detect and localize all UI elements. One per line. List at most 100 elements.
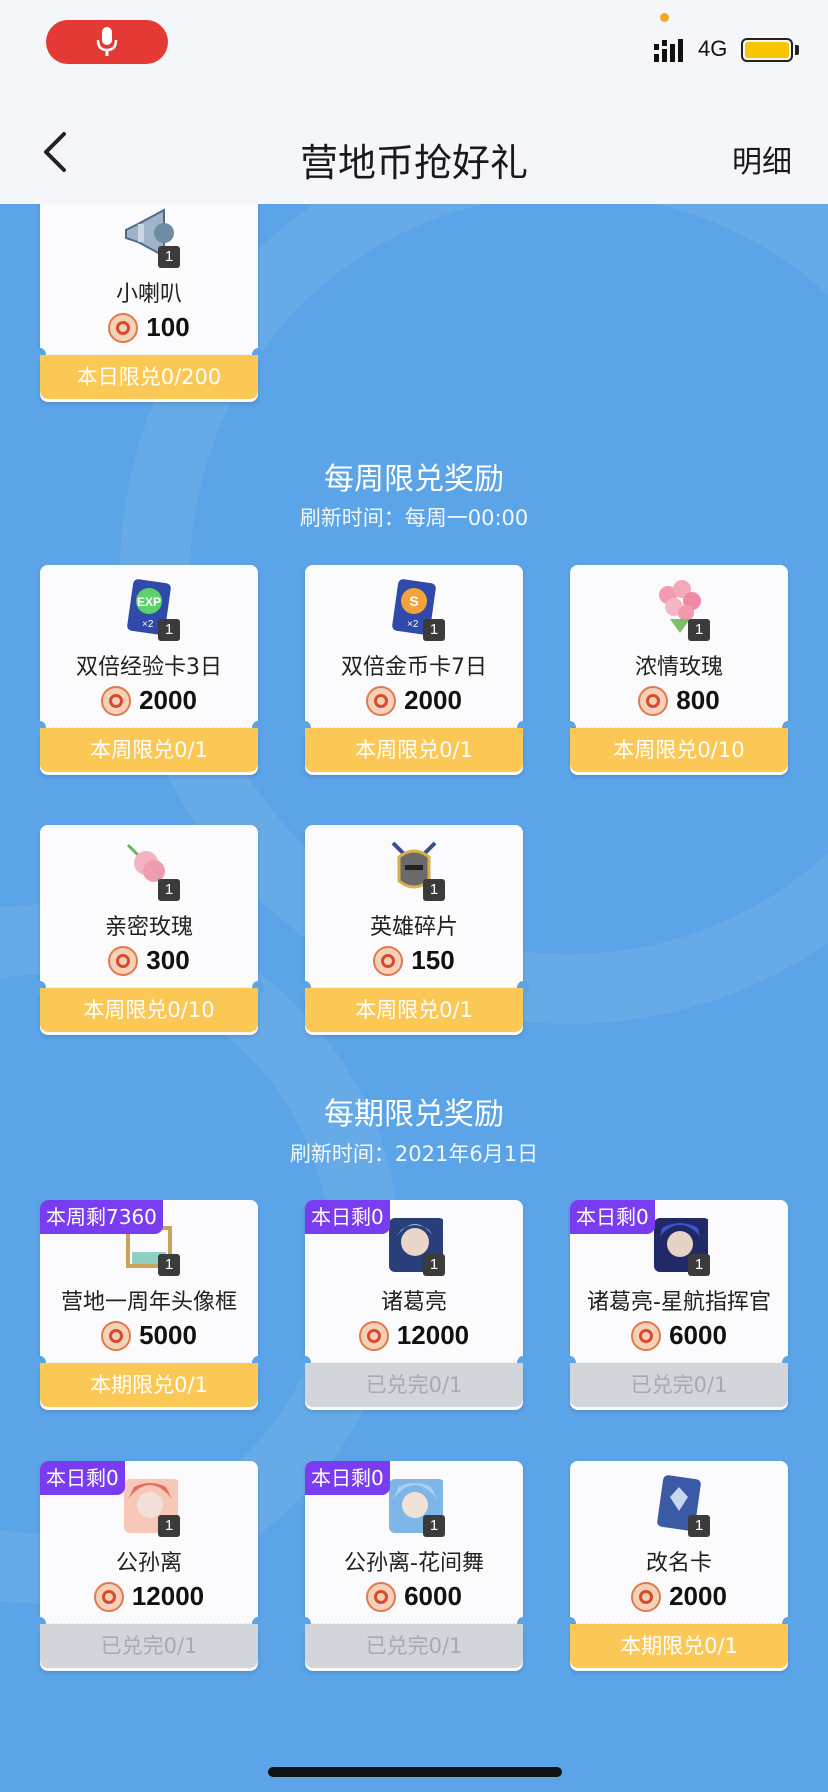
- price-value: 100: [146, 312, 190, 342]
- reward-name: 双倍金币卡7日: [341, 655, 487, 680]
- reward-price: 12000: [40, 1581, 258, 1612]
- exchange-limit: 本周限兑0/1: [40, 728, 258, 772]
- price-value: 2000: [669, 1581, 727, 1611]
- reward-card[interactable]: EXP ×2 1 双倍经验卡3日 2000 本周限兑0/1: [34, 565, 264, 775]
- section-title-period: 每期限兑奖励: [324, 1097, 504, 1132]
- quantity-badge: 1: [688, 1515, 710, 1537]
- exchange-limit: 已兑完0/1: [305, 1363, 523, 1407]
- status-bar: 4G: [0, 0, 828, 90]
- quantity-badge: 1: [158, 246, 180, 268]
- reward-card[interactable]: 1 本日剩0 诸葛亮-星航指挥官 6000 已兑完0/1: [564, 1200, 794, 1410]
- svg-text:×2: ×2: [407, 619, 419, 630]
- camp-coin-icon: [108, 312, 139, 343]
- reward-card[interactable]: 1 改名卡 2000 本期限兑0/1: [564, 1461, 794, 1671]
- reward-price: 100: [40, 312, 258, 343]
- price-value: 12000: [396, 1320, 470, 1350]
- camp-coin-icon: [93, 1581, 124, 1612]
- reward-card[interactable]: 1 本日剩0 诸葛亮 12000 已兑完0/1: [299, 1200, 529, 1410]
- home-indicator[interactable]: [268, 1767, 562, 1777]
- reward-name: 双倍经验卡3日: [76, 655, 222, 680]
- voice-recording-button[interactable]: [46, 20, 168, 64]
- camp-coin-icon: [366, 1581, 397, 1612]
- quantity-badge: 1: [423, 879, 445, 901]
- quantity-badge: 1: [688, 619, 710, 641]
- reward-name: 公孙离-花间舞: [344, 1551, 484, 1576]
- camp-coin-icon: [366, 685, 397, 716]
- reward-name: 公孙离: [115, 1551, 182, 1576]
- reward-card[interactable]: 1 本日剩0 公孙离 12000 已兑完0/1: [34, 1461, 264, 1671]
- camp-coin-icon: [101, 685, 132, 716]
- section-refresh-period: 刷新时间：2021年6月1日: [289, 1142, 539, 1166]
- battery-tip: [795, 45, 799, 55]
- svg-text:×2: ×2: [142, 619, 154, 630]
- section-title-weekly: 每周限兑奖励: [324, 462, 504, 497]
- price-value: 150: [411, 945, 455, 975]
- rewards-content[interactable]: 1 小喇叭 100 本日限兑0/200 每周限兑奖励 刷新时间：每周一00:00…: [0, 204, 828, 1792]
- quantity-badge: 1: [158, 879, 180, 901]
- quantity-badge: 1: [423, 1515, 445, 1537]
- quantity-badge: 1: [423, 1254, 445, 1276]
- section-refresh-weekly: 刷新时间：每周一00:00: [299, 506, 529, 530]
- reward-name: 亲密玫瑰: [104, 915, 193, 940]
- reward-price: 2000: [40, 685, 258, 716]
- reward-card[interactable]: 1 小喇叭 100 本日限兑0/200: [34, 204, 264, 402]
- battery-icon: [741, 38, 793, 62]
- stock-tag: 本日剩0: [305, 1200, 390, 1234]
- reward-price: 5000: [40, 1320, 258, 1351]
- price-value: 6000: [669, 1320, 727, 1350]
- reward-name: 英雄碎片: [369, 915, 458, 940]
- price-value: 300: [146, 945, 190, 975]
- svg-text:EXP: EXP: [137, 595, 161, 609]
- price-value: 2000: [404, 685, 462, 715]
- exchange-limit: 已兑完0/1: [40, 1624, 258, 1668]
- reward-name: 小喇叭: [115, 282, 182, 307]
- reward-card[interactable]: 1 浓情玫瑰 800 本周限兑0/10: [564, 565, 794, 775]
- stock-tag: 本周剩7360: [40, 1200, 163, 1234]
- reward-price: 300: [40, 945, 258, 976]
- exchange-limit: 本周限兑0/1: [305, 988, 523, 1032]
- reward-name: 浓情玫瑰: [634, 655, 723, 680]
- reward-price: 12000: [305, 1320, 523, 1351]
- svg-text:S: S: [409, 593, 418, 609]
- quantity-badge: 1: [158, 1515, 180, 1537]
- exchange-limit: 本周限兑0/1: [305, 728, 523, 772]
- signal-icon: [654, 39, 683, 62]
- stock-tag: 本日剩0: [570, 1200, 655, 1234]
- camp-coin-icon: [108, 945, 139, 976]
- reward-card[interactable]: 1 本日剩0 公孙离-花间舞 6000 已兑完0/1: [299, 1461, 529, 1671]
- price-value: 5000: [139, 1320, 197, 1350]
- stock-tag: 本日剩0: [40, 1461, 125, 1495]
- reward-price: 150: [305, 945, 523, 976]
- reward-card[interactable]: 1 英雄碎片 150 本周限兑0/1: [299, 825, 529, 1035]
- page-title: 营地币抢好礼: [299, 141, 528, 185]
- camp-coin-icon: [358, 1320, 389, 1351]
- reward-price: 2000: [305, 685, 523, 716]
- reward-name: 诸葛亮-星航指挥官: [587, 1290, 771, 1315]
- microphone-icon: [96, 27, 118, 56]
- quantity-badge: 1: [158, 1254, 180, 1276]
- detail-link[interactable]: 明细: [732, 137, 792, 181]
- reward-name: 改名卡: [645, 1551, 712, 1576]
- stock-tag: 本日剩0: [305, 1461, 390, 1495]
- price-value: 800: [676, 685, 720, 715]
- camp-coin-icon: [638, 685, 669, 716]
- exchange-limit: 本期限兑0/1: [40, 1363, 258, 1407]
- camp-coin-icon: [631, 1581, 662, 1612]
- reward-card[interactable]: 1 亲密玫瑰 300 本周限兑0/10: [34, 825, 264, 1035]
- camp-coin-icon: [631, 1320, 662, 1351]
- camp-coin-icon: [101, 1320, 132, 1351]
- exchange-limit: 本周限兑0/10: [40, 988, 258, 1032]
- reward-card[interactable]: 1 本周剩7360 营地一周年头像框 5000 本期限兑0/1: [34, 1200, 264, 1410]
- exchange-limit: 已兑完0/1: [570, 1363, 788, 1407]
- reward-card[interactable]: S ×2 1 双倍金币卡7日 2000 本周限兑0/1: [299, 565, 529, 775]
- exchange-limit: 本期限兑0/1: [570, 1624, 788, 1668]
- reward-price: 6000: [570, 1320, 788, 1351]
- camp-coin-icon: [373, 945, 404, 976]
- reward-price: 800: [570, 685, 788, 716]
- price-value: 6000: [404, 1581, 462, 1611]
- reward-price: 6000: [305, 1581, 523, 1612]
- quantity-badge: 1: [423, 619, 445, 641]
- network-type: 4G: [698, 36, 728, 61]
- quantity-badge: 1: [158, 619, 180, 641]
- exchange-limit: 本周限兑0/10: [570, 728, 788, 772]
